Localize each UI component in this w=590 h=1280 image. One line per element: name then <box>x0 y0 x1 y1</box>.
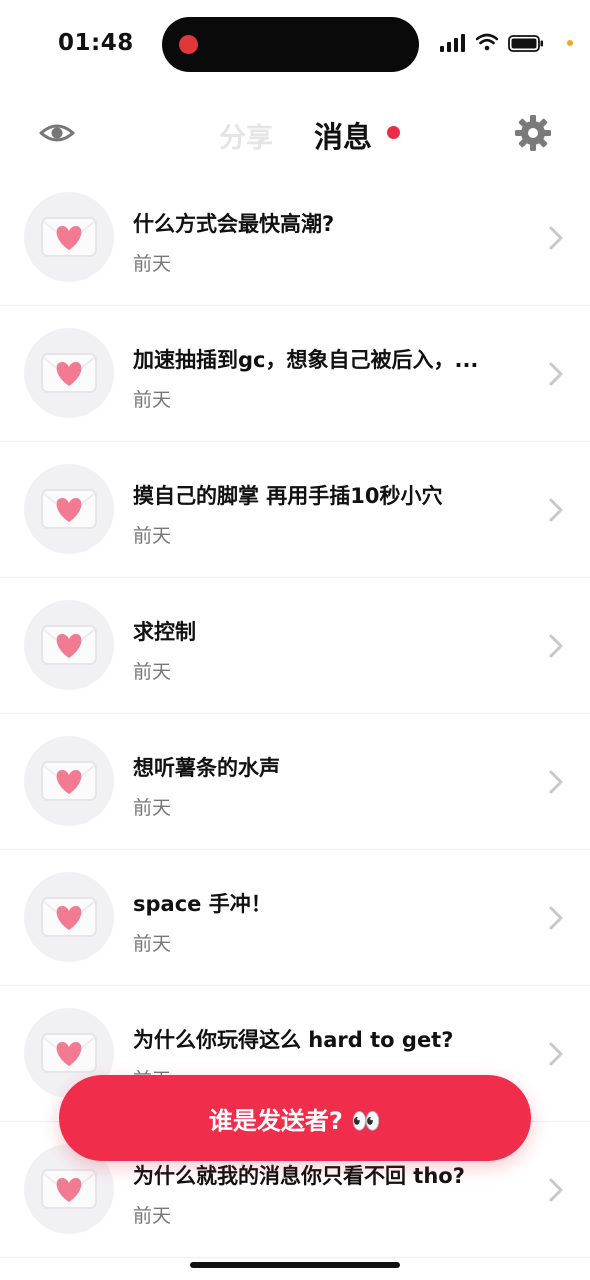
message-row[interactable]: 想听薯条的水声 前天 <box>0 714 590 850</box>
tab-messages[interactable]: 消息 <box>314 114 372 156</box>
tab-share[interactable]: 分享 <box>219 116 273 155</box>
message-title: 求控制 <box>133 620 196 644</box>
chevron-right-icon <box>549 1042 563 1066</box>
wifi-icon <box>476 33 498 51</box>
chevron-right-icon <box>549 362 563 386</box>
message-title: 加速抽插到gc，想象自己被后入，... <box>133 348 479 372</box>
who-is-sender-button[interactable]: 谁是发送者? 👀 <box>59 1075 531 1161</box>
chevron-right-icon <box>549 906 563 930</box>
envelope-heart-avatar <box>24 328 114 418</box>
envelope-heart-icon <box>41 489 97 529</box>
message-title: 为什么你玩得这么 hard to get? <box>133 1028 454 1052</box>
message-time: 前天 <box>133 661 172 683</box>
eye-icon[interactable] <box>38 114 76 152</box>
envelope-heart-icon <box>41 625 97 665</box>
message-row[interactable]: 什么方式会最快高潮? 前天 <box>0 170 590 306</box>
recording-indicator-icon <box>179 35 198 54</box>
envelope-heart-icon <box>41 897 97 937</box>
message-title: space 手冲！ <box>133 892 272 916</box>
message-title: 为什么就我的消息你只看不回 tho? <box>133 1164 465 1188</box>
envelope-heart-avatar <box>24 464 114 554</box>
status-bar: 01:48 <box>0 0 590 90</box>
message-time: 前天 <box>133 389 172 411</box>
message-time: 前天 <box>133 797 172 819</box>
message-time: 前天 <box>133 253 172 275</box>
unread-badge <box>387 126 400 139</box>
envelope-heart-icon <box>41 353 97 393</box>
message-title: 想听薯条的水声 <box>133 756 280 780</box>
chevron-right-icon <box>549 770 563 794</box>
message-row[interactable]: 加速抽插到gc，想象自己被后入，... 前天 <box>0 306 590 442</box>
envelope-heart-avatar <box>24 872 114 962</box>
gear-icon[interactable] <box>514 114 552 152</box>
dynamic-island <box>162 17 419 72</box>
envelope-heart-icon <box>41 761 97 801</box>
chevron-right-icon <box>549 226 563 250</box>
header: 分享 消息 <box>0 96 590 171</box>
message-time: 前天 <box>133 933 172 955</box>
chevron-right-icon <box>549 634 563 658</box>
message-row[interactable]: 求控制 前天 <box>0 578 590 714</box>
envelope-heart-avatar <box>24 736 114 826</box>
message-title: 什么方式会最快高潮? <box>133 212 335 236</box>
message-title: 摸自己的脚掌 再用手插10秒小穴 <box>133 484 443 508</box>
battery-icon <box>508 35 543 52</box>
cellular-signal-icon <box>440 34 465 52</box>
chevron-right-icon <box>549 498 563 522</box>
message-time: 前天 <box>133 1205 172 1227</box>
envelope-heart-icon <box>41 1033 97 1073</box>
envelope-heart-icon <box>41 217 97 257</box>
message-row[interactable]: space 手冲！ 前天 <box>0 850 590 986</box>
envelope-heart-avatar <box>24 600 114 690</box>
status-time: 01:48 <box>58 30 134 56</box>
message-time: 前天 <box>133 525 172 547</box>
envelope-heart-avatar <box>24 192 114 282</box>
envelope-heart-icon <box>41 1169 97 1209</box>
privacy-indicator-icon <box>567 40 573 46</box>
message-row[interactable]: 摸自己的脚掌 再用手插10秒小穴 前天 <box>0 442 590 578</box>
home-indicator[interactable] <box>190 1262 400 1268</box>
chevron-right-icon <box>549 1178 563 1202</box>
